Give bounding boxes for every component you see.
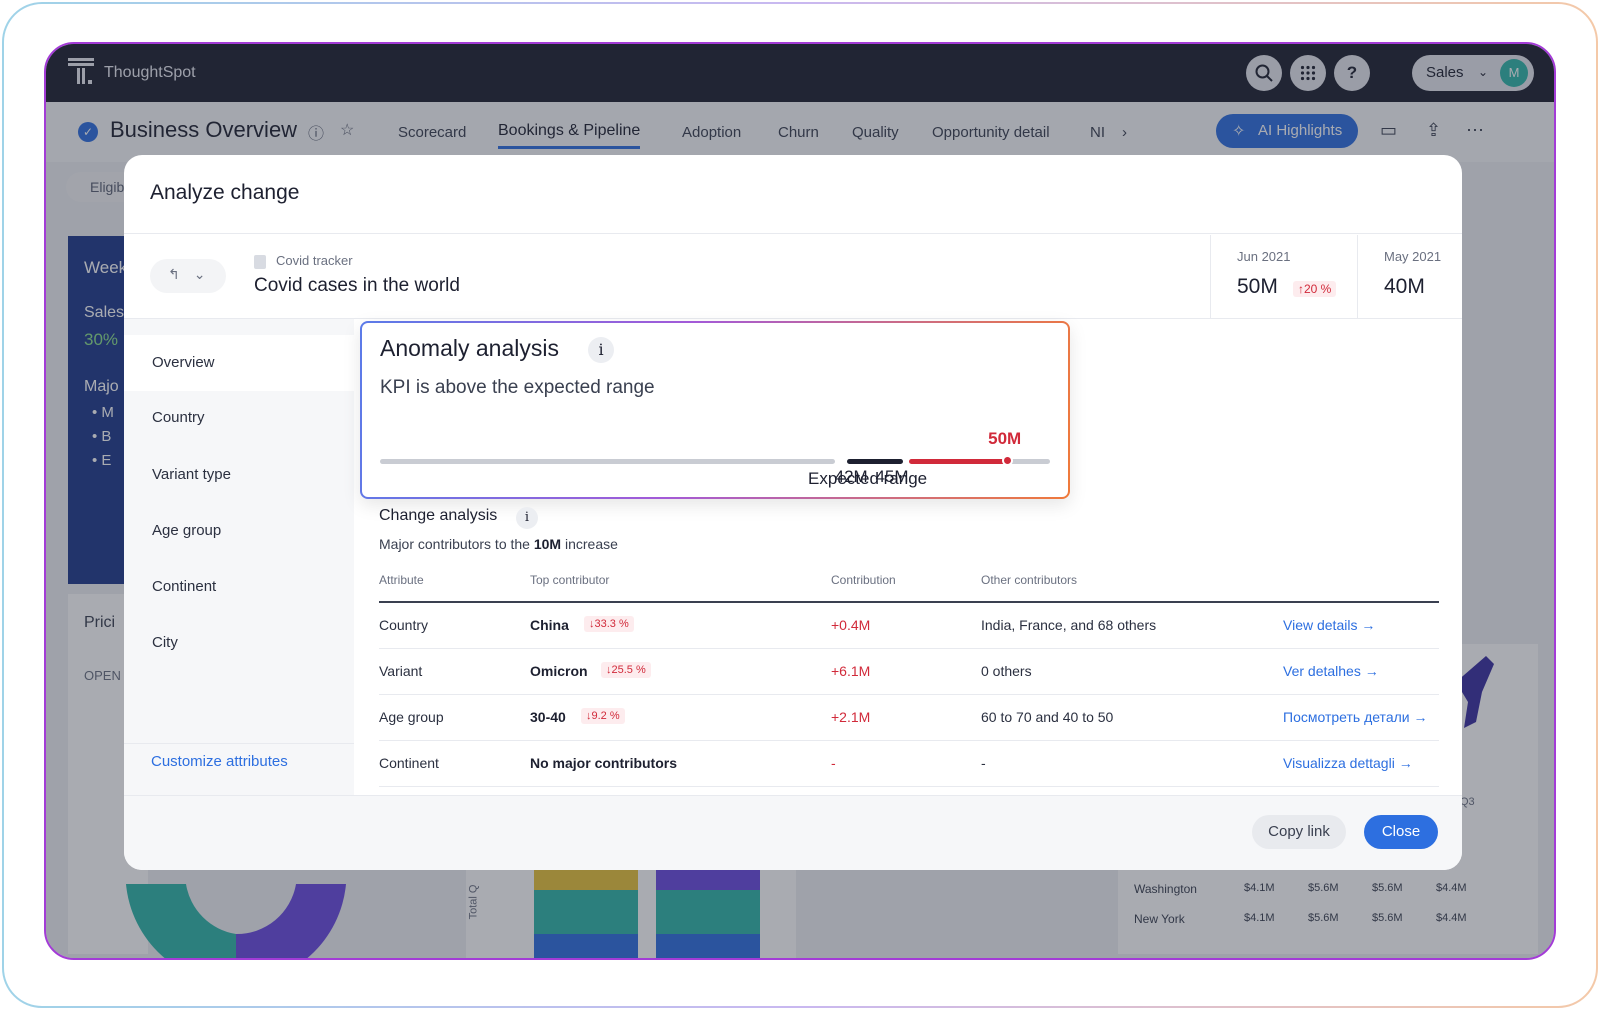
actual-value-label: 50M bbox=[988, 429, 1022, 448]
anomaly-analysis-card: Anomaly analysis i KPI is above the expe… bbox=[360, 321, 1070, 499]
view-details-link[interactable]: Visualizza dettagli → bbox=[1283, 755, 1413, 771]
change-pct-badge: ↓9.2 % bbox=[581, 708, 625, 724]
range-below-segment bbox=[380, 459, 835, 464]
range-remainder-segment bbox=[1008, 459, 1050, 464]
change-pct-badge: ↓33.3 % bbox=[584, 616, 634, 632]
attribute-nav: Overview Country Variant type Age group … bbox=[124, 319, 354, 795]
kpi-current: Jun 2021 50M ↑20 % bbox=[1210, 235, 1358, 319]
contribution-cell: +0.4M bbox=[831, 617, 871, 633]
change-pct-badge: ↓25.5 % bbox=[601, 662, 651, 678]
attribute-cell: Continent bbox=[379, 755, 439, 771]
other-contributors-cell: India, France, and 68 others bbox=[981, 617, 1157, 633]
above-range-segment bbox=[909, 459, 1009, 464]
kpi-current-value: 50M bbox=[1237, 275, 1278, 298]
attribute-cell: Age group bbox=[379, 709, 444, 725]
nav-item-city[interactable]: City bbox=[152, 634, 178, 651]
top-contributor-cell: China bbox=[530, 617, 569, 633]
nav-item-variant-type[interactable]: Variant type bbox=[152, 466, 231, 483]
chevron-down-icon: ⌄ bbox=[193, 266, 220, 282]
top-contributor-cell: 30-40 bbox=[530, 709, 566, 725]
divider bbox=[124, 233, 1462, 234]
attribute-cell: Variant bbox=[379, 663, 423, 679]
liveboard-icon bbox=[254, 255, 266, 269]
kpi-name: Covid cases in the world bbox=[254, 275, 460, 296]
view-details-link[interactable]: View details → bbox=[1283, 617, 1375, 633]
column-header-top-contributor: Top contributor bbox=[530, 573, 610, 587]
nav-item-overview[interactable]: Overview bbox=[152, 354, 215, 371]
actual-value-marker bbox=[1002, 455, 1014, 466]
view-details-link[interactable]: Посмотреть детали → bbox=[1283, 709, 1427, 725]
column-header-other-contributors: Other contributors bbox=[981, 573, 1078, 587]
other-contributors-cell: - bbox=[981, 755, 986, 771]
close-button[interactable]: Close bbox=[1364, 815, 1438, 849]
top-contributor-cell: No major contributors bbox=[530, 755, 678, 771]
table-row: Continent No major contributors - - Visualiz… bbox=[379, 741, 1439, 787]
copy-link-button[interactable]: Copy link bbox=[1252, 815, 1346, 849]
attribute-cell: Country bbox=[379, 617, 429, 633]
nav-item-age-group[interactable]: Age group bbox=[152, 522, 221, 539]
nav-item-country[interactable]: Country bbox=[152, 409, 205, 426]
table-row: Age group 30-40 +2.1M 60 to 70 and 40 to 50… bbox=[379, 695, 1439, 741]
expected-range-label: Expected range bbox=[808, 469, 928, 488]
contribution-cell: +6.1M bbox=[831, 663, 871, 679]
contribution-cell: +2.1M bbox=[831, 709, 871, 725]
contribution-cell: - bbox=[831, 755, 836, 771]
anomaly-subtitle: KPI is above the expected range bbox=[380, 377, 655, 398]
breadcrumb[interactable]: Covid tracker bbox=[276, 253, 353, 268]
column-header-contribution: Contribution bbox=[831, 573, 896, 587]
info-icon[interactable]: i bbox=[588, 337, 614, 363]
change-analysis-subtitle: Major contributors to the 10M increase bbox=[379, 536, 618, 552]
view-details-link[interactable]: Ver detalhes → bbox=[1283, 663, 1379, 679]
app-screen: ThoughtSpot ? Sales ⌄ M ✓ Business Overv… bbox=[44, 42, 1556, 960]
other-contributors-cell: 60 to 70 and 40 to 50 bbox=[981, 709, 1114, 725]
kpi-previous: May 2021 40M bbox=[1357, 235, 1462, 319]
column-header-attribute: Attribute bbox=[379, 573, 424, 587]
info-icon[interactable]: i bbox=[516, 507, 538, 529]
kpi-previous-value: 40M bbox=[1384, 275, 1425, 298]
kpi-previous-date: May 2021 bbox=[1384, 249, 1442, 264]
analyze-change-modal: Analyze change ↰⌄ Covid tracker Covid ca… bbox=[124, 155, 1462, 870]
modal-title: Analyze change bbox=[150, 181, 300, 204]
change-analysis-title: Change analysis bbox=[379, 507, 498, 524]
undo-arrow-icon: ↰ bbox=[168, 266, 194, 282]
top-contributor-cell: Omicron bbox=[530, 663, 588, 679]
anomaly-title: Anomaly analysis bbox=[380, 335, 559, 361]
expected-range-segment bbox=[846, 459, 904, 464]
table-row: Variant Omicron +6.1M 0 others Ver detalhes … bbox=[379, 649, 1439, 695]
range-high-label: 45M bbox=[875, 467, 909, 486]
customize-attributes-link[interactable]: Customize attributes bbox=[151, 753, 288, 770]
kpi-current-date: Jun 2021 bbox=[1237, 249, 1291, 264]
divider bbox=[124, 743, 354, 744]
nav-item-continent[interactable]: Continent bbox=[152, 578, 216, 595]
kpi-change-badge: ↑20 % bbox=[1293, 281, 1337, 297]
table-row: Country China +0.4M India, France, and 68 o… bbox=[379, 603, 1439, 649]
other-contributors-cell: 0 others bbox=[981, 663, 1032, 679]
back-button[interactable]: ↰⌄ bbox=[150, 259, 226, 293]
